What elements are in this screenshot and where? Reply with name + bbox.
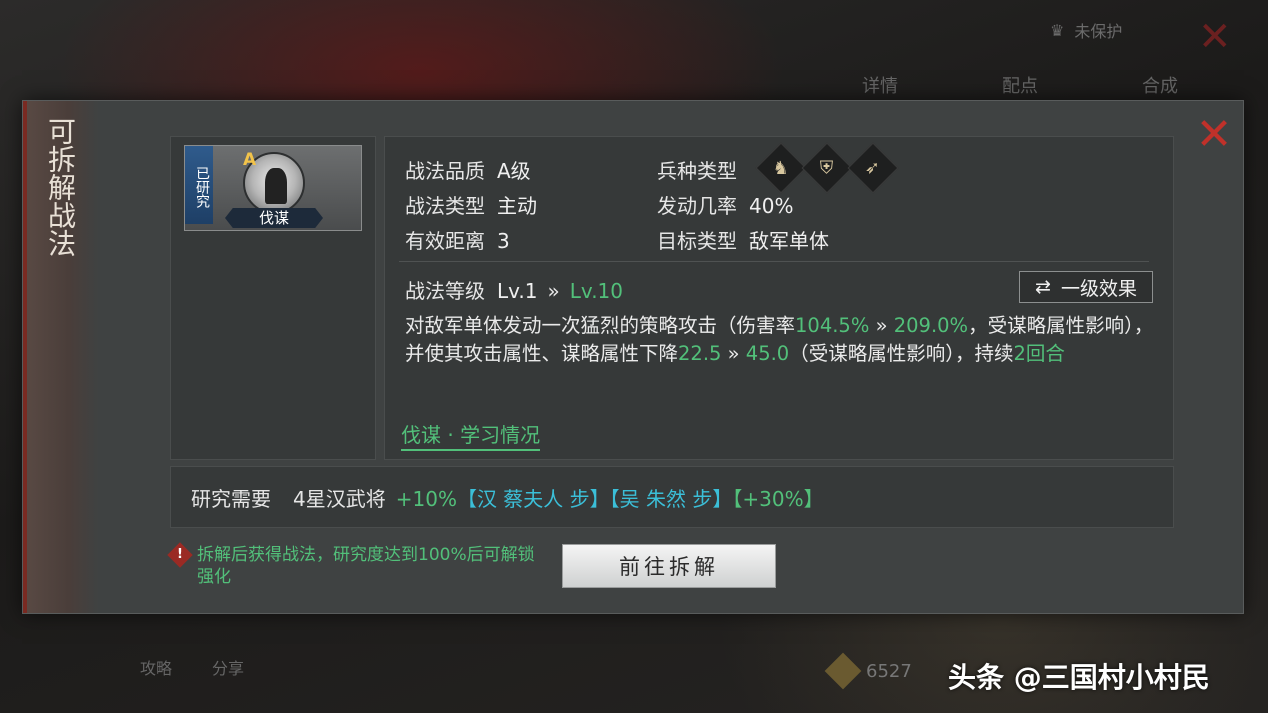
skill-card-panel: 已研究 A 伐谋 [170, 136, 376, 460]
research-requirement-panel: 研究需要 4星汉武将 +10%【汉 蔡夫人 步】【吴 朱然 步】【+30%】 [170, 466, 1174, 528]
swap-arrows-icon: ⇄ [1035, 276, 1051, 298]
crown-icon: ♛ [1050, 20, 1065, 40]
decompose-warning: ! 拆解后获得战法，研究度达到100%后可解锁强化 [167, 542, 547, 588]
divider [399, 261, 1149, 262]
general-tag: 【汉 蔡夫人 步】 [456, 487, 610, 511]
grade-badge: A [243, 150, 257, 170]
cavalry-icon: ♞ [755, 142, 807, 194]
background-tabs: 详情 配点 合成 [810, 68, 1230, 102]
background-currency: 6527 [824, 652, 912, 690]
bg-tab: 配点 [1002, 76, 1038, 97]
bg-strategy-item: 攻略 [140, 659, 173, 678]
close-icon[interactable]: ✕ [1195, 113, 1233, 157]
skill-card[interactable]: 已研究 A 伐谋 [184, 145, 362, 231]
go-decompose-button[interactable]: 前往拆解 [562, 544, 776, 588]
trigger-rate-row: 发动几率 40% [657, 194, 794, 218]
level-effect-button[interactable]: ⇄ 一级效果 [1019, 271, 1153, 303]
bow-icon: ➶ [847, 142, 899, 194]
warrior-figure-icon [265, 168, 287, 204]
skill-level-row: 战法等级 Lv.1» Lv.10 [405, 279, 623, 303]
gem-icon [824, 652, 862, 690]
quality-row: 战法品质 A级 [405, 159, 531, 183]
research-requirement: 研究需要 4星汉武将 +10%【汉 蔡夫人 步】【吴 朱然 步】【+30%】 [191, 487, 824, 511]
background-protect-status: ♛ 未保护 [1050, 20, 1123, 42]
range-row: 有效距离 3 [405, 229, 510, 253]
background-close-icon: ✕ [1198, 14, 1232, 60]
background-bottom-actions: 攻略 分享 [140, 655, 244, 679]
bonus-tag: 【+30%】 [732, 487, 824, 511]
general-tag: 【吴 朱然 步】 [609, 487, 733, 511]
skill-description: 对敌军单体发动一次猛烈的策略攻击（伤害率104.5% » 209.0%，受谋略属… [405, 314, 1154, 365]
skill-type-row: 战法类型 主动 [405, 194, 537, 218]
troop-type-row: 兵种类型 [657, 159, 737, 183]
warning-icon: ! [167, 542, 193, 568]
bg-tab: 详情 [862, 76, 898, 97]
bg-share-item: 分享 [212, 659, 245, 678]
watermark: 头条 @三国村小村民 [948, 661, 1210, 694]
skill-name: 伐谋 [225, 208, 323, 228]
study-status-link[interactable]: 伐谋 · 学习情况 [401, 419, 541, 451]
troop-icons: ♞ ⛨ ➶ [755, 142, 899, 194]
decomposable-skill-modal: 可拆解战法 ✕ 已研究 A 伐谋 战法品质 A级 兵种类型 ♞ ⛨ ➶ 战法类型主… [22, 100, 1244, 614]
shield-icon: ⛨ [801, 142, 853, 194]
target-type-row: 目标类型 敌军单体 [657, 229, 829, 253]
bg-tab: 合成 [1142, 76, 1178, 97]
modal-title: 可拆解战法 [44, 117, 77, 257]
skill-info-panel: 战法品质 A级 兵种类型 ♞ ⛨ ➶ 战法类型 主动 发动几率 40% 有效距离 3 目… [384, 136, 1174, 460]
researched-tag: 已研究 [185, 146, 213, 224]
